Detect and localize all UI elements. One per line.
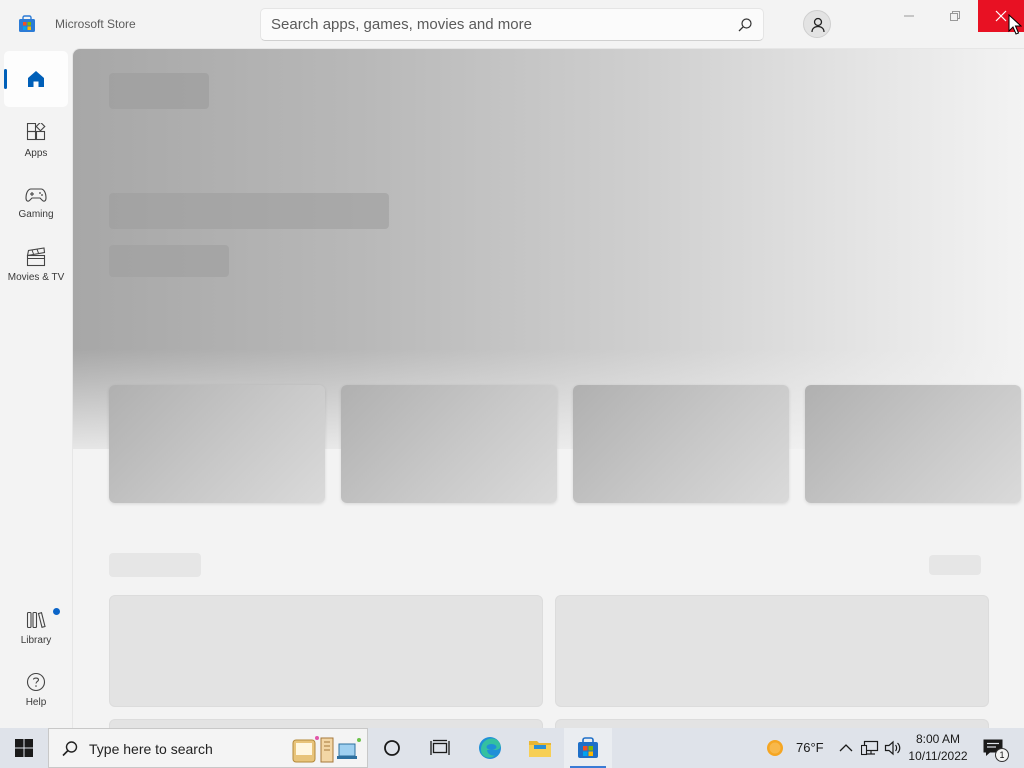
title-bar: Microsoft Store — [0, 0, 1024, 48]
mouse-cursor-icon — [1008, 14, 1022, 35]
app-tile-skeleton[interactable] — [555, 719, 989, 728]
clapperboard-icon — [26, 247, 46, 267]
restore-button[interactable] — [932, 0, 978, 32]
minimize-icon — [904, 15, 914, 17]
hero-heading-skeleton — [109, 193, 389, 229]
search-icon[interactable] — [737, 17, 753, 33]
sidebar-item-apps[interactable]: Apps — [4, 113, 68, 169]
hero-card-skeleton[interactable] — [109, 385, 325, 503]
sidebar-item-movies[interactable]: Movies & TV — [4, 237, 68, 293]
sun-icon[interactable] — [766, 739, 784, 757]
update-badge — [53, 608, 60, 615]
cortana-icon — [384, 740, 400, 756]
task-view-icon — [430, 739, 450, 755]
notification-count-badge: 1 — [995, 748, 1009, 762]
app-tile-skeleton[interactable] — [555, 595, 989, 707]
start-button[interactable] — [0, 728, 48, 768]
taskbar-store[interactable] — [564, 728, 612, 768]
task-view-button[interactable] — [416, 728, 464, 768]
home-icon — [28, 71, 44, 87]
library-icon — [26, 611, 46, 629]
sidebar-item-label: Gaming — [18, 209, 54, 220]
active-indicator — [4, 69, 7, 89]
edge-icon — [479, 737, 501, 759]
taskbar-search-placeholder: Type here to search — [89, 741, 213, 757]
section-title-skeleton — [109, 553, 201, 577]
sidebar-item-label: Help — [25, 697, 47, 708]
search-highlight-illustration — [292, 736, 361, 763]
app-tile-skeleton[interactable] — [109, 595, 543, 707]
sidebar-item-home[interactable] — [4, 51, 68, 107]
person-icon — [811, 17, 825, 33]
hero-card-skeleton[interactable] — [573, 385, 789, 503]
see-all-skeleton — [929, 555, 981, 575]
chevron-up-icon[interactable] — [839, 742, 853, 754]
taskbar-search-box[interactable]: Type here to search — [48, 728, 368, 768]
minimize-button[interactable] — [886, 0, 932, 32]
taskbar-file-explorer[interactable] — [516, 728, 564, 768]
clock-date: 10/11/2022 — [908, 749, 968, 763]
hero-card-skeleton[interactable] — [341, 385, 557, 503]
apps-icon — [26, 123, 46, 141]
hero-card-skeleton[interactable] — [805, 385, 1021, 503]
sidebar-item-library[interactable]: Library — [4, 600, 68, 656]
sidebar-item-help[interactable]: Help — [4, 662, 68, 718]
clock-time: 8:00 AM — [915, 732, 961, 746]
network-icon[interactable] — [861, 740, 879, 756]
sidebar-item-label: Library — [20, 635, 52, 646]
sidebar-nav: Apps Gaming Movies & TV Library Help — [0, 48, 72, 728]
file-explorer-icon — [529, 741, 551, 757]
help-icon — [26, 672, 46, 692]
sidebar-item-label: Apps — [24, 148, 48, 159]
weather-temperature[interactable]: 76°F — [796, 740, 824, 755]
app-title: Microsoft Store — [55, 17, 136, 31]
taskbar: Type here to search 76°F 8:00 AM 10/11/2… — [0, 728, 1024, 768]
volume-icon[interactable] — [884, 740, 902, 756]
sidebar-item-label: Movies & TV — [7, 272, 65, 283]
hero-button-skeleton — [109, 245, 229, 277]
store-logo-icon — [19, 15, 35, 32]
taskbar-edge[interactable] — [466, 728, 514, 768]
search-input[interactable] — [271, 9, 731, 40]
main-content — [72, 48, 1024, 728]
hero-title-skeleton — [109, 73, 209, 109]
close-icon — [995, 10, 1007, 22]
search-icon — [62, 741, 78, 757]
gamepad-icon — [25, 188, 47, 202]
store-icon — [578, 737, 598, 758]
search-box[interactable] — [260, 8, 764, 41]
sidebar-item-gaming[interactable]: Gaming — [4, 175, 68, 231]
taskbar-clock[interactable]: 8:00 AM 10/11/2022 — [906, 731, 970, 765]
restore-icon — [950, 11, 960, 21]
account-avatar[interactable] — [803, 10, 831, 38]
windows-icon — [15, 739, 33, 757]
cortana-button[interactable] — [368, 728, 416, 768]
app-tile-skeleton[interactable] — [109, 719, 543, 728]
